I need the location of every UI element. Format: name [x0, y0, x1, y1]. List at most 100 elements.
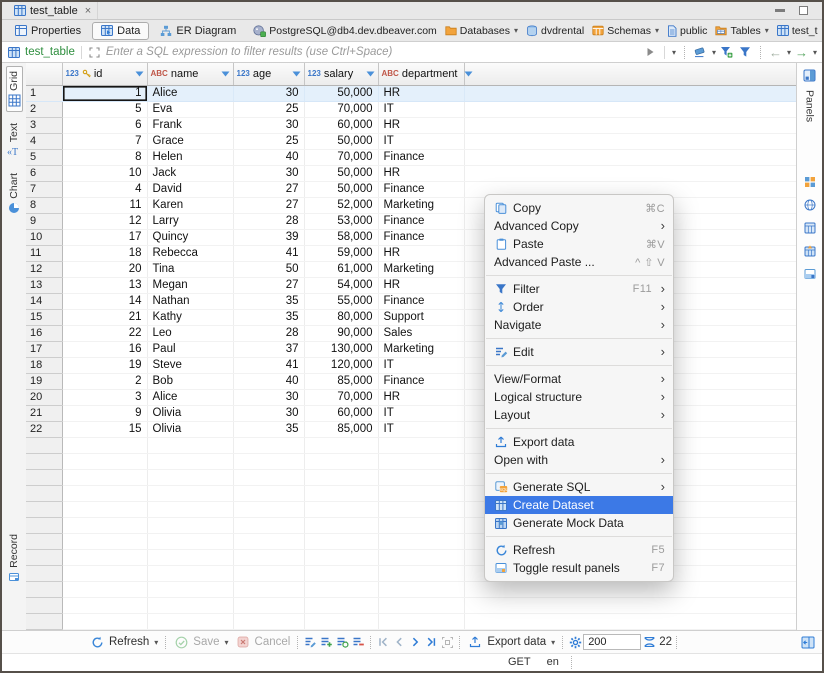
menu-item-generate-mock-data[interactable]: Generate Mock Data: [485, 514, 673, 532]
edit-cell-button[interactable]: [302, 634, 318, 650]
cell-id[interactable]: 11: [62, 197, 147, 213]
menu-item-order[interactable]: Order›: [485, 298, 673, 316]
view-tab-text[interactable]: Text«T: [5, 118, 23, 162]
empty-cell[interactable]: [233, 517, 304, 533]
menu-item-toggle-result-panels[interactable]: Toggle result panelsF7: [485, 559, 673, 577]
empty-cell[interactable]: [304, 469, 378, 485]
cell-age[interactable]: 28: [233, 325, 304, 341]
forward-arrow-icon[interactable]: →: [795, 46, 808, 59]
empty-cell[interactable]: [378, 549, 464, 565]
cell-id[interactable]: 2: [62, 373, 147, 389]
cell-department[interactable]: HR: [378, 85, 464, 101]
cell-department[interactable]: Finance: [378, 373, 464, 389]
cell-name[interactable]: Olivia: [147, 405, 233, 421]
cell-name[interactable]: Leo: [147, 325, 233, 341]
row-number[interactable]: 4: [26, 133, 62, 149]
row-number[interactable]: 6: [26, 165, 62, 181]
cell-salary[interactable]: 50,000: [304, 133, 378, 149]
breadcrumb-item-tables[interactable]: Tables▾: [715, 25, 768, 37]
cell-name[interactable]: Jack: [147, 165, 233, 181]
cell-age[interactable]: 40: [233, 373, 304, 389]
breadcrumb-item-dvdrental[interactable]: dvdrental: [526, 25, 584, 37]
cell-department[interactable]: Marketing: [378, 197, 464, 213]
row-number[interactable]: [26, 613, 62, 629]
cell-age[interactable]: 41: [233, 245, 304, 261]
cell-salary[interactable]: 60,000: [304, 405, 378, 421]
sort-caret-icon[interactable]: [292, 71, 301, 77]
cell-department[interactable]: IT: [378, 133, 464, 149]
grouping-icon[interactable]: [801, 243, 819, 259]
cell-id[interactable]: 5: [62, 101, 147, 117]
empty-cell[interactable]: [62, 581, 147, 597]
sql-filter-input[interactable]: [106, 44, 640, 60]
empty-cell[interactable]: [378, 501, 464, 517]
empty-cell[interactable]: [147, 437, 233, 453]
empty-cell[interactable]: [378, 517, 464, 533]
empty-cell[interactable]: [147, 533, 233, 549]
row-number[interactable]: 17: [26, 341, 62, 357]
fetch-size-input[interactable]: [583, 634, 641, 650]
cell-id[interactable]: 9: [62, 405, 147, 421]
add-row-button[interactable]: [318, 634, 334, 650]
row-number[interactable]: 21: [26, 405, 62, 421]
cell-name[interactable]: Kathy: [147, 309, 233, 325]
cell-id[interactable]: 1: [62, 85, 147, 101]
cell-department[interactable]: Sales: [378, 325, 464, 341]
cell-salary[interactable]: 85,000: [304, 373, 378, 389]
empty-cell[interactable]: [62, 469, 147, 485]
maximize-button[interactable]: [799, 6, 808, 15]
cell-age[interactable]: 35: [233, 421, 304, 437]
empty-cell[interactable]: [378, 581, 464, 597]
cell-department[interactable]: Marketing: [378, 341, 464, 357]
aggregate-icon[interactable]: [801, 220, 819, 236]
focus-current-row-button[interactable]: [439, 634, 455, 650]
cell-age[interactable]: 27: [233, 181, 304, 197]
chevron-down-icon[interactable]: ▾: [712, 48, 716, 57]
empty-cell[interactable]: [233, 469, 304, 485]
empty-cell[interactable]: [378, 453, 464, 469]
cell-salary[interactable]: 50,000: [304, 165, 378, 181]
breadcrumb-item-postgresql-db4-dev-dbeaver-com[interactable]: PostgreSQL@db4.dev.dbeaver.com: [253, 25, 436, 37]
empty-cell[interactable]: [378, 469, 464, 485]
row-number[interactable]: [26, 469, 62, 485]
chevron-down-icon[interactable]: ▾: [787, 48, 791, 57]
cell-id[interactable]: 12: [62, 213, 147, 229]
cell-id[interactable]: 22: [62, 325, 147, 341]
empty-cell[interactable]: [147, 565, 233, 581]
empty-cell[interactable]: [62, 597, 147, 613]
menu-item-filter[interactable]: FilterF11›: [485, 280, 673, 298]
empty-cell[interactable]: [304, 453, 378, 469]
cell-salary[interactable]: 53,000: [304, 213, 378, 229]
menu-item-copy[interactable]: Copy⌘C: [485, 199, 673, 217]
cell-salary[interactable]: 70,000: [304, 389, 378, 405]
cell-salary[interactable]: 80,000: [304, 309, 378, 325]
breadcrumb-item-databases[interactable]: Databases▾: [445, 25, 518, 37]
cell-salary[interactable]: 52,000: [304, 197, 378, 213]
row-number[interactable]: [26, 549, 62, 565]
cell-age[interactable]: 27: [233, 277, 304, 293]
fetch-all-rows-icon[interactable]: [641, 634, 657, 650]
row-number[interactable]: 10: [26, 229, 62, 245]
cell-salary[interactable]: 120,000: [304, 357, 378, 373]
maximize-results-icon[interactable]: [800, 634, 816, 650]
cell-id[interactable]: 15: [62, 421, 147, 437]
empty-cell[interactable]: [62, 517, 147, 533]
empty-cell[interactable]: [147, 549, 233, 565]
cell-name[interactable]: Steve: [147, 357, 233, 373]
empty-cell[interactable]: [147, 501, 233, 517]
row-number[interactable]: 20: [26, 389, 62, 405]
row-number[interactable]: 8: [26, 197, 62, 213]
cell-department[interactable]: HR: [378, 165, 464, 181]
cell-id[interactable]: 18: [62, 245, 147, 261]
empty-cell[interactable]: [304, 485, 378, 501]
save-filter-icon[interactable]: [720, 44, 734, 60]
row-number[interactable]: 7: [26, 181, 62, 197]
tab-data[interactable]: Data: [92, 22, 149, 40]
cell-department[interactable]: Support: [378, 309, 464, 325]
column-header-department[interactable]: ABCdepartment: [378, 63, 464, 85]
row-number[interactable]: 5: [26, 149, 62, 165]
cell-name[interactable]: David: [147, 181, 233, 197]
cell-age[interactable]: 41: [233, 357, 304, 373]
cell-id[interactable]: 13: [62, 277, 147, 293]
cell-name[interactable]: Paul: [147, 341, 233, 357]
